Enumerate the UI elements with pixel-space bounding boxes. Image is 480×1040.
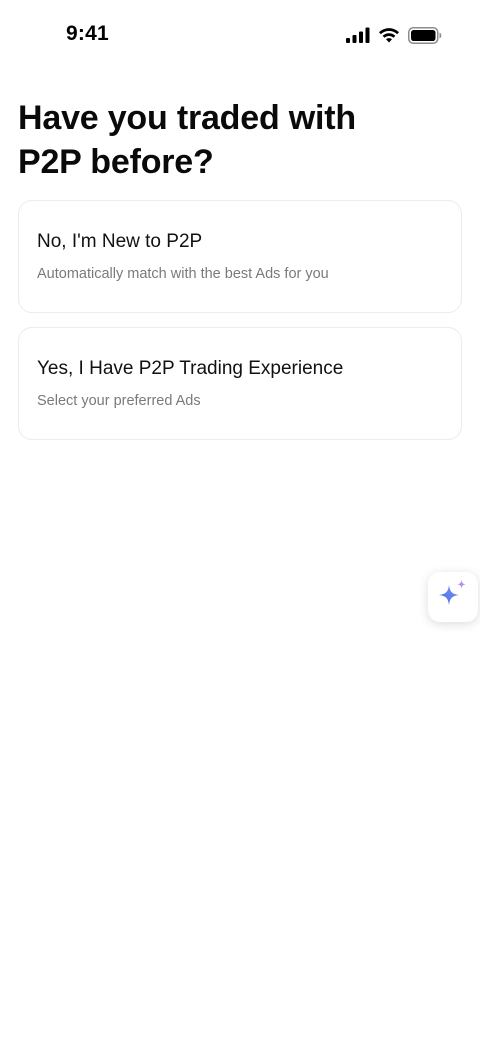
option-title: No, I'm New to P2P: [37, 231, 203, 252]
cellular-signal-icon: [346, 27, 370, 43]
screen: 9:41 Have you traded with P2P before? No…: [0, 0, 480, 1040]
status-time: 9:41: [66, 22, 109, 45]
option-title: Yes, I Have P2P Trading Experience: [37, 358, 344, 379]
sparkle-icon: [437, 579, 469, 616]
option-subtitle: Select your preferred Ads: [37, 393, 201, 409]
wifi-icon: [378, 27, 400, 43]
battery-icon: [408, 26, 442, 44]
ai-assistant-button[interactable]: [428, 572, 478, 622]
option-experienced-trader[interactable]: Yes, I Have P2P Trading Experience Selec…: [18, 327, 462, 440]
status-bar: 9:41: [0, 0, 480, 72]
option-new-to-p2p[interactable]: No, I'm New to P2P Automatically match w…: [18, 200, 462, 313]
option-subtitle: Automatically match with the best Ads fo…: [37, 266, 329, 282]
status-icons: [346, 26, 442, 44]
page-title: Have you traded with P2P before?: [18, 99, 356, 181]
